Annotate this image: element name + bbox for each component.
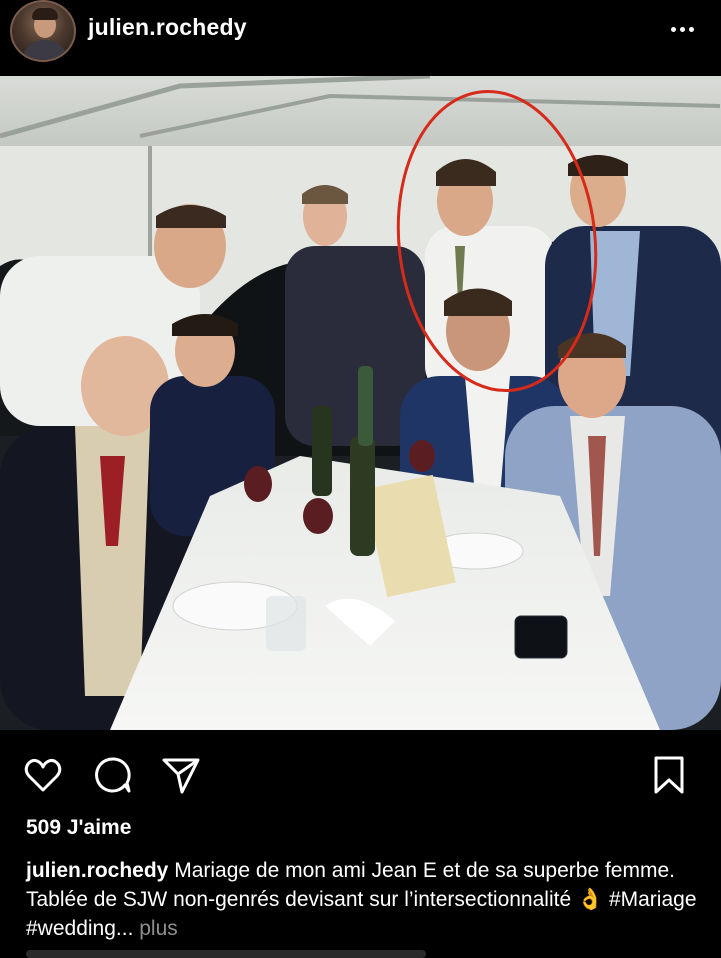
username[interactable]: julien.rochedy xyxy=(88,14,247,41)
comment-icon[interactable] xyxy=(92,754,134,796)
more-options-icon[interactable] xyxy=(664,14,700,44)
bookmark-icon[interactable] xyxy=(648,754,690,796)
avatar[interactable] xyxy=(10,0,76,62)
comments-preview-cutoff xyxy=(26,950,426,958)
post-photo[interactable] xyxy=(0,76,721,730)
caption: julien.rochedy Mariage de mon ami Jean E… xyxy=(26,856,706,943)
post-header: julien.rochedy xyxy=(0,0,721,62)
wedding-table-photo xyxy=(0,76,721,730)
action-bar xyxy=(0,740,721,810)
send-icon[interactable] xyxy=(160,754,202,796)
likes-count[interactable]: 509 J'aime xyxy=(26,816,131,840)
heart-icon[interactable] xyxy=(22,754,64,796)
caption-username[interactable]: julien.rochedy xyxy=(26,859,168,882)
caption-more-link[interactable]: plus xyxy=(139,917,178,940)
